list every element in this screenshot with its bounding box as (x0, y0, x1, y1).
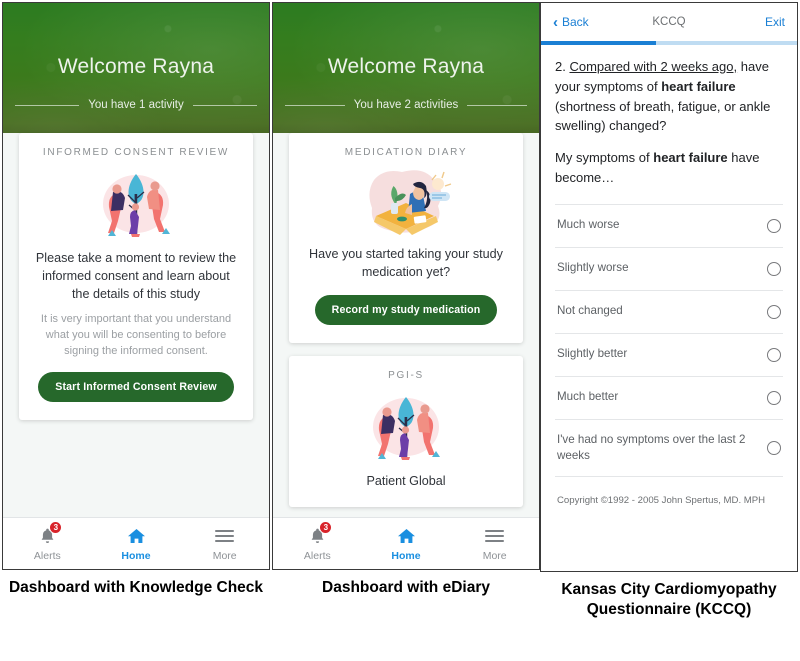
nav-item-alerts[interactable]: 3 Alerts (273, 521, 362, 562)
radio-button-icon[interactable] (767, 440, 781, 455)
family-tree-illustration-icon (373, 396, 440, 460)
nav-item-home[interactable]: Home (362, 525, 451, 562)
back-label: Back (562, 15, 589, 29)
question-underlined-clause: Compared with 2 weeks ago, (569, 59, 738, 74)
home-icon (362, 525, 451, 547)
answer-option-label: Not changed (557, 304, 623, 318)
phone-panel-kccq-questionnaire: ‹ Back KCCQ Exit 2. Compared with 2 week… (540, 2, 798, 572)
radio-button-icon[interactable] (767, 261, 781, 276)
activity-card-area: MEDICATION DIARY Have you started taking… (273, 133, 539, 517)
answer-option-row[interactable]: Much worse (555, 205, 783, 248)
answer-option-row[interactable]: Much better (555, 377, 783, 420)
answer-option-label: I've had no symptoms over the last 2 wee… (557, 432, 746, 462)
question-number: 2. (555, 59, 566, 74)
kccq-body: 2. Compared with 2 weeks ago, have your … (541, 45, 797, 516)
nav-item-more[interactable]: More (180, 525, 269, 562)
woman-at-desk-illustration-icon (369, 170, 452, 235)
hamburger-icon (450, 525, 539, 547)
answer-option-label: Much better (557, 390, 619, 404)
answer-options-list: Much worse Slightly worse Not changed Sligh… (555, 203, 783, 478)
answer-option-row[interactable]: Not changed (555, 291, 783, 334)
family-tree-illustration-icon (103, 174, 170, 237)
nav-label-alerts: Alerts (303, 550, 331, 562)
phone-panel-dashboard-knowledge-check: Welcome Rayna You have 1 activity INFORM… (2, 2, 270, 570)
bell-icon: 3 (3, 521, 92, 547)
answer-option-row[interactable]: Slightly better (555, 334, 783, 377)
bell-icon: 3 (273, 521, 362, 547)
caption-panel-1: Dashboard with Knowledge Check (8, 579, 264, 596)
record-my-study-medication-button[interactable]: Record my study medication (314, 294, 498, 325)
phone-panel-dashboard-ediary: Welcome Rayna You have 2 activities MEDI… (272, 2, 540, 570)
start-informed-consent-review-button[interactable]: Start Informed Consent Review (38, 372, 234, 403)
card-kicker: PGI-S (388, 369, 424, 381)
radio-button-icon[interactable] (767, 347, 781, 362)
question-prompt: My symptoms of heart failure have become… (555, 148, 783, 188)
copyright-text: Copyright ©1992 - 2005 John Spertus, MD.… (557, 495, 766, 507)
figure-sheet: Welcome Rayna You have 1 activity INFORM… (0, 0, 800, 661)
radio-button-icon[interactable] (767, 218, 781, 233)
prompt-part-a: My symptoms of (555, 150, 654, 165)
activity-count-text: You have 1 activity (88, 99, 184, 111)
caption-panel-2: Dashboard with eDiary (322, 579, 490, 596)
exit-button[interactable]: Exit (765, 15, 785, 29)
activity-card-area: INFORMED CONSENT REVIEW Please take a mo… (3, 133, 269, 517)
question-text: 2. Compared with 2 weeks ago, have your … (555, 57, 783, 136)
card-headline: Have you started taking your study medic… (309, 247, 503, 279)
card-pgi-s[interactable]: PGI-S Patient Global (289, 355, 523, 507)
activity-count-text: You have 2 activities (353, 99, 459, 111)
card-kicker: MEDICATION DIARY (344, 147, 468, 158)
welcome-title: Welcome Rayna (327, 55, 485, 78)
nav-label-more: More (482, 550, 507, 562)
nav-item-more[interactable]: More (450, 525, 539, 562)
nav-label-home: Home (391, 550, 421, 562)
bottom-navigation-bar: 3 Alerts Home More (3, 517, 269, 569)
prompt-bold-heart-failure: heart failure (653, 150, 728, 165)
alerts-badge: 3 (49, 521, 63, 534)
radio-button-icon[interactable] (767, 390, 781, 405)
back-button[interactable]: ‹ Back (553, 15, 589, 30)
card-medication-diary[interactable]: MEDICATION DIARY Have you started taking… (289, 133, 523, 343)
home-icon (92, 525, 181, 547)
activity-summary: You have 1 activity (15, 99, 258, 111)
answer-option-label: Slightly worse (557, 261, 629, 275)
kccq-top-bar: ‹ Back KCCQ Exit (541, 3, 797, 41)
nav-label-home: Home (121, 550, 151, 562)
answer-option-label: Much worse (557, 218, 620, 232)
nav-item-alerts[interactable]: 3 Alerts (3, 521, 92, 562)
caption-panel-3: Kansas City Cardiomyopathy Questionnaire… (561, 581, 777, 618)
question-bold-heart-failure: heart failure (661, 78, 736, 94)
welcome-title: Welcome Rayna (57, 55, 215, 78)
card-subtext: It is very important that you understand… (40, 312, 232, 357)
activity-summary: You have 2 activities (285, 99, 528, 111)
nav-label-alerts: Alerts (33, 550, 61, 562)
rule-right (467, 104, 528, 106)
answer-option-label: Slightly better (557, 347, 628, 361)
rule-right (192, 104, 258, 106)
alerts-badge: 3 (319, 521, 333, 534)
card-informed-consent-review[interactable]: INFORMED CONSENT REVIEW Please take a mo… (19, 133, 253, 421)
nav-label-more: More (212, 550, 237, 562)
card-kicker: INFORMED CONSENT REVIEW (42, 147, 230, 158)
hamburger-icon (180, 525, 269, 547)
rule-left (15, 104, 80, 106)
answer-option-row[interactable]: I've had no symptoms over the last 2 wee… (555, 420, 783, 478)
card-headline: Patient Global (366, 473, 446, 488)
rule-left (285, 104, 345, 106)
bottom-navigation-bar: 3 Alerts Home More (273, 517, 539, 569)
radio-button-icon[interactable] (767, 304, 781, 319)
chevron-left-icon: ‹ (553, 13, 558, 31)
card-headline: Please take a moment to review the infor… (35, 251, 237, 301)
answer-option-row[interactable]: Slightly worse (555, 248, 783, 291)
nav-item-home[interactable]: Home (92, 525, 181, 562)
question-part-b: (shortness of breath, fatigue, or ankle … (555, 98, 771, 134)
